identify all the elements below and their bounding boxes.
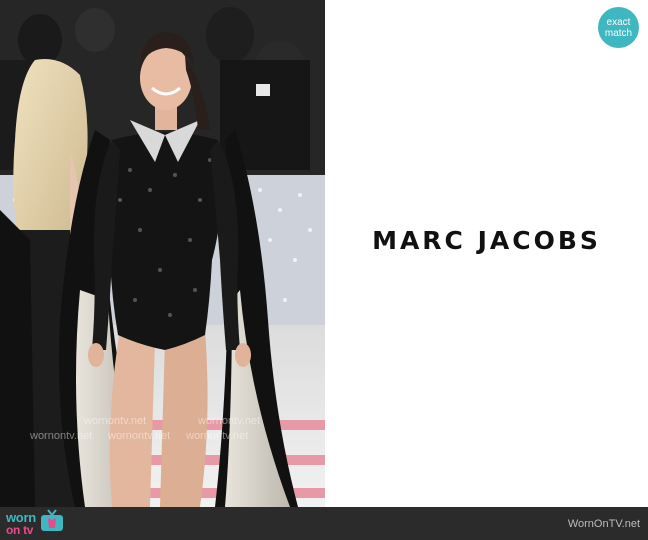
brand-panel: MARC JACOBS <box>325 0 648 507</box>
site-url[interactable]: WornOnTV.net <box>568 518 640 530</box>
brand-logo: MARC JACOBS <box>372 226 601 255</box>
footer-bar: worn on tv WornOnTV.net <box>0 507 648 540</box>
site-logo-text: worn on tv <box>6 509 36 537</box>
badge-line-2: match <box>604 27 633 39</box>
exact-match-badge[interactable]: exact match <box>598 7 639 48</box>
tv-icon <box>39 509 65 538</box>
site-logo[interactable]: worn on tv <box>6 507 65 540</box>
logo-word-worn: worn <box>6 509 36 525</box>
badge-line-1: exact <box>606 16 631 28</box>
logo-word-on-tv: on tv <box>6 522 34 537</box>
outfit-photo-art <box>0 0 325 507</box>
outfit-photo: wornontv.net wornontv.net wornontv.net w… <box>0 0 325 507</box>
